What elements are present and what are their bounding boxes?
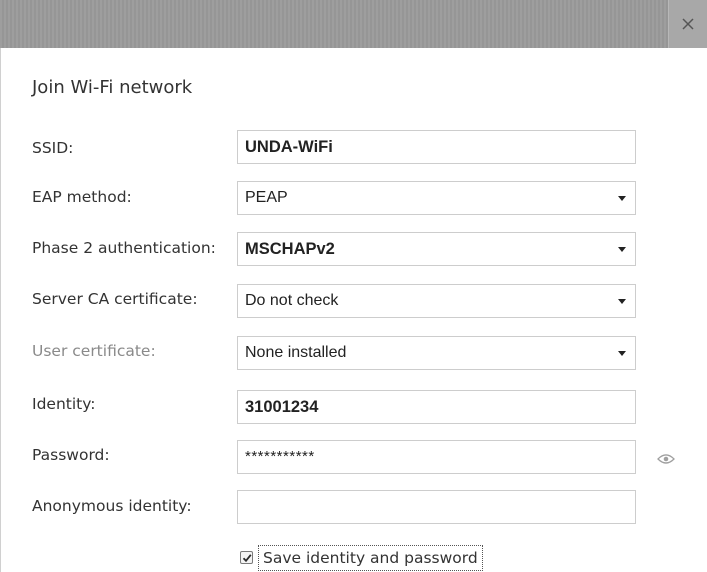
close-icon xyxy=(682,18,694,30)
chevron-down-icon xyxy=(618,299,626,304)
identity-label: Identity: xyxy=(32,395,96,413)
identity-value: 31001234 xyxy=(245,398,319,416)
ssid-label: SSID: xyxy=(32,139,74,157)
phase2-auth-label: Phase 2 authentication: xyxy=(32,239,216,257)
close-button[interactable] xyxy=(668,0,707,48)
user-certificate-select[interactable]: None installed xyxy=(237,336,636,370)
eap-method-label: EAP method: xyxy=(32,188,132,206)
ssid-value: UNDA-WiFi xyxy=(245,138,333,156)
checkmark-icon xyxy=(242,554,252,563)
server-ca-label: Server CA certificate: xyxy=(32,290,198,308)
dialog-left-border xyxy=(0,48,1,572)
window-titlebar xyxy=(0,0,707,48)
chevron-down-icon xyxy=(618,247,626,252)
anonymous-identity-input[interactable] xyxy=(237,490,636,524)
save-identity-label[interactable]: Save identity and password xyxy=(258,545,483,571)
password-label: Password: xyxy=(32,446,110,464)
chevron-down-icon xyxy=(618,196,626,201)
password-input[interactable]: *********** xyxy=(237,440,636,474)
user-certificate-value: None installed xyxy=(245,344,347,361)
anonymous-identity-label: Anonymous identity: xyxy=(32,497,192,515)
password-value: *********** xyxy=(245,448,315,465)
save-identity-checkbox[interactable] xyxy=(240,551,253,564)
dialog-title: Join Wi-Fi network xyxy=(32,77,193,98)
server-ca-select[interactable]: Do not check xyxy=(237,284,636,318)
identity-input[interactable]: 31001234 xyxy=(237,390,636,424)
eap-method-select[interactable]: PEAP xyxy=(237,181,636,215)
chevron-down-icon xyxy=(618,351,626,356)
phase2-auth-select[interactable]: MSCHAPv2 xyxy=(237,232,636,266)
user-certificate-label: User certificate: xyxy=(32,342,156,360)
eye-icon[interactable] xyxy=(657,453,675,465)
server-ca-value: Do not check xyxy=(245,292,339,309)
ssid-input[interactable]: UNDA-WiFi xyxy=(237,130,636,164)
eap-method-value: PEAP xyxy=(245,189,288,206)
phase2-auth-value: MSCHAPv2 xyxy=(245,240,335,258)
